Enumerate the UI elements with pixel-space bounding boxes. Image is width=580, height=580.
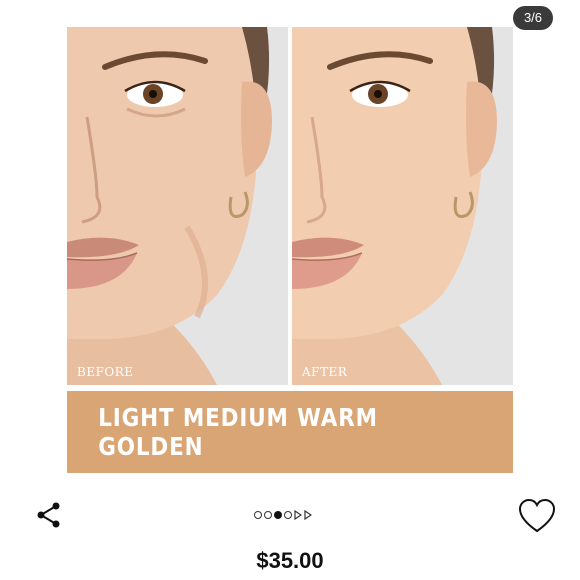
before-label: BEFORE	[77, 365, 134, 379]
favorite-button[interactable]	[518, 498, 556, 534]
gallery-pager	[254, 507, 312, 523]
pager-dot-3-active[interactable]	[274, 511, 282, 519]
pager-play-icon-2[interactable]	[304, 510, 312, 520]
after-photo: AFTER	[292, 27, 513, 385]
after-face-illustration	[292, 27, 513, 385]
pager-dot-4[interactable]	[284, 511, 292, 519]
product-price: $35.00	[256, 548, 324, 573]
share-button[interactable]	[34, 500, 64, 530]
product-page: 3/6 BEFORE AFTER LIGHT MEDIUM WARM GOLDE…	[0, 0, 580, 580]
after-label: AFTER	[302, 365, 348, 379]
shade-name-banner: LIGHT MEDIUM WARM GOLDEN	[67, 391, 513, 473]
shade-name-text: LIGHT MEDIUM WARM GOLDEN	[98, 403, 378, 461]
before-face-illustration	[67, 27, 288, 385]
heart-outline-icon	[518, 498, 556, 533]
pager-dot-2[interactable]	[264, 511, 272, 519]
product-gallery-image[interactable]: BEFORE AFTER LIGHT MEDIUM WARM GOLDEN	[67, 27, 513, 473]
image-counter-badge: 3/6	[513, 6, 553, 30]
share-icon	[37, 502, 60, 528]
pager-dot-1[interactable]	[254, 511, 262, 519]
before-photo: BEFORE	[67, 27, 288, 385]
pager-play-icon-1[interactable]	[294, 510, 302, 520]
